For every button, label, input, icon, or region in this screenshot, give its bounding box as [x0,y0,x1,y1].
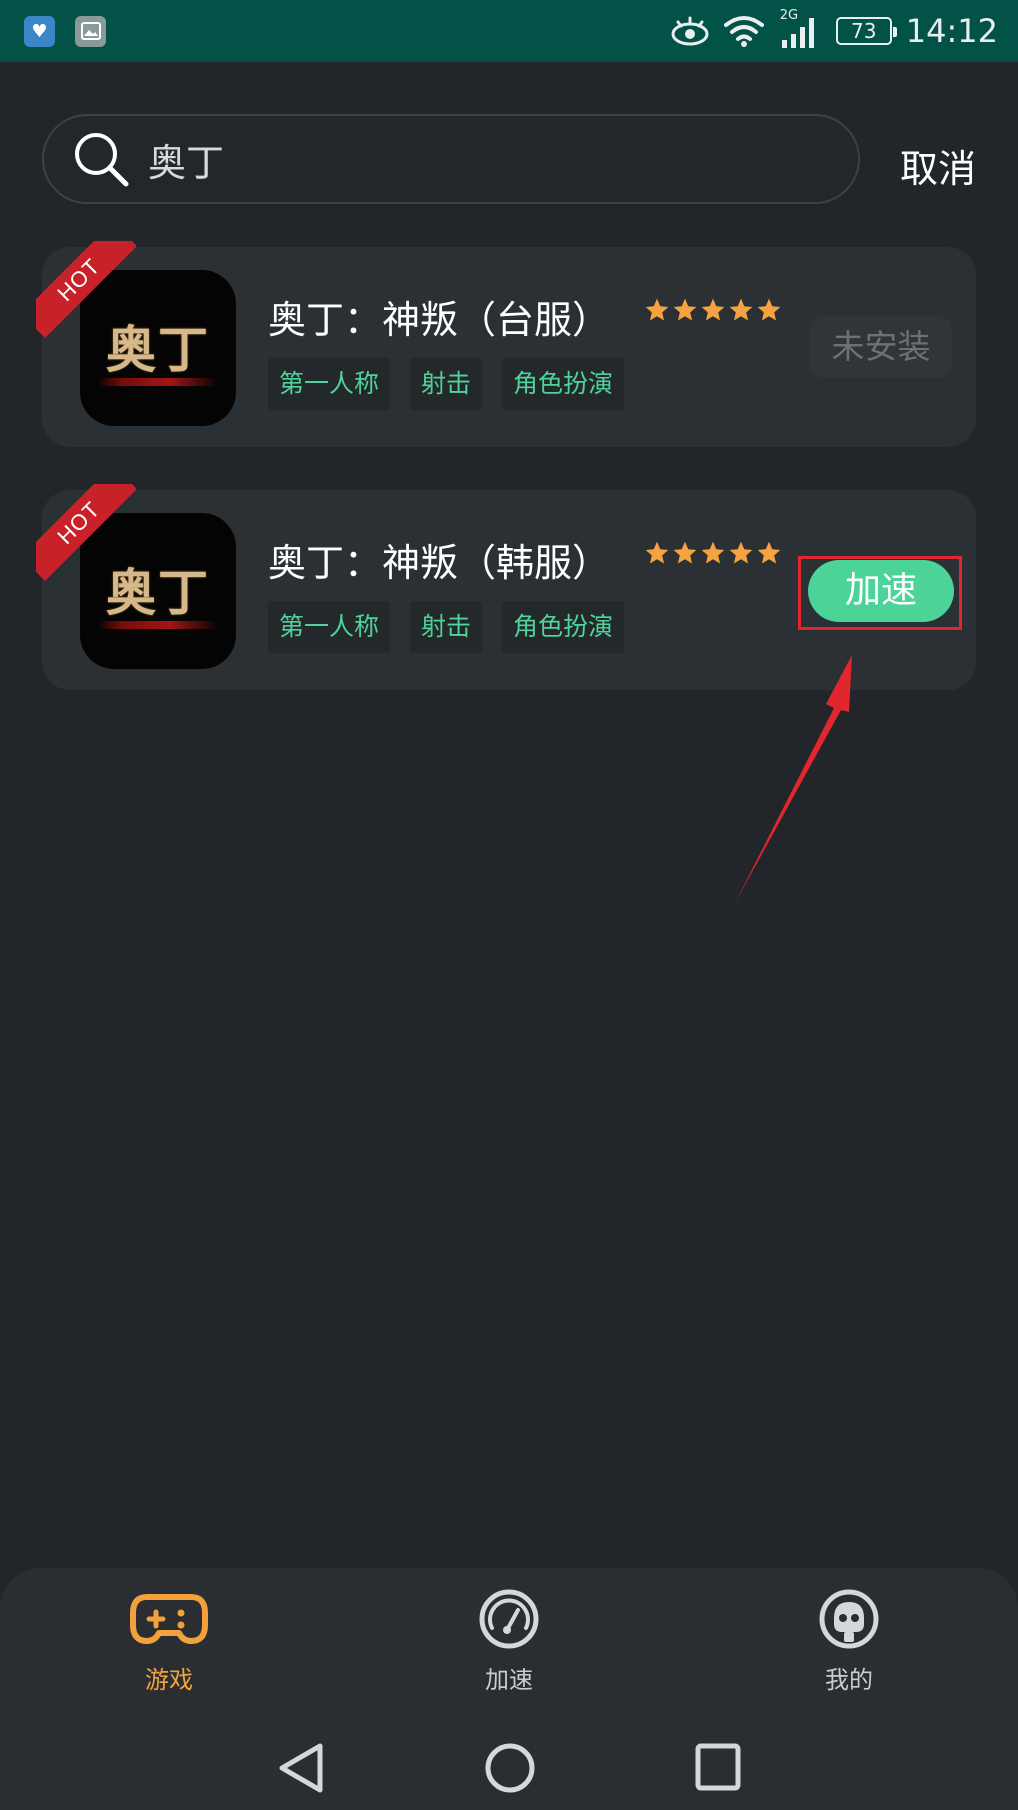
nav-item-accelerate[interactable]: 加速 [429,1588,589,1695]
nav-label-games: 游戏 [145,1666,193,1694]
search-icon [75,133,129,187]
game-card[interactable]: HOT 奥丁 奥丁：神叛（台服） 第一人称 射击 角色扮演 未安装 [36,241,976,447]
search-input[interactable] [148,137,748,181]
not-installed-button[interactable]: 未安装 [810,316,952,378]
genre-tags: 第一人称 射击 角色扮演 [268,601,625,653]
hot-badge: HOT [36,241,136,341]
profile-icon [819,1589,879,1649]
game-card[interactable]: HOT 奥丁 奥丁：神叛（韩服） 第一人称 射击 角色扮演 加速 [36,484,976,690]
back-triangle-icon [279,1743,323,1793]
game-title[interactable]: 奥丁：神叛（韩服） [268,532,610,587]
tag-shooter: 射击 [410,358,483,410]
star-icon [673,541,697,564]
health-app-icon: ♥ [24,15,55,47]
system-home-button[interactable] [484,1742,536,1798]
gallery-app-icon [75,15,106,47]
tag-first-person: 第一人称 [268,601,391,653]
nav-item-games[interactable]: 游戏 [89,1588,249,1695]
system-recent-apps-button[interactable] [694,1742,742,1796]
nav-item-mine[interactable]: 我的 [769,1588,929,1695]
cancel-button[interactable]: 取消 [900,138,976,193]
wifi-icon [723,16,764,47]
star-icon [701,541,725,564]
star-icon [645,298,669,321]
gamepad-icon [130,1594,208,1644]
star-icon [757,298,781,321]
genre-tags: 第一人称 射击 角色扮演 [268,358,625,410]
tag-rpg: 角色扮演 [502,601,625,653]
star-icon [701,298,725,321]
system-nav-bar [0,1728,1018,1810]
eye-comfort-icon [671,16,709,46]
notification-icons: ♥ [24,15,106,47]
star-icon [757,541,781,564]
clock: 14:12 [905,12,998,50]
star-icon [729,541,753,564]
system-status: 2G 73 14:12 [670,8,998,50]
battery-indicator: 73 [835,17,897,45]
speedometer-icon [479,1589,539,1649]
tag-first-person: 第一人称 [268,358,391,410]
rating-stars [644,540,782,566]
nav-label-accelerate: 加速 [485,1666,533,1694]
tag-shooter: 射击 [410,601,483,653]
hot-badge: HOT [36,484,136,584]
game-title[interactable]: 奥丁：神叛（台服） [268,289,610,344]
bottom-nav: 游戏 加速 我的 [0,1568,1018,1728]
cellular-signal-icon: 2G [778,8,822,50]
recent-apps-square-icon [695,1743,741,1791]
search-box[interactable] [42,114,860,204]
logo-brush-stroke [98,378,218,386]
star-icon [645,541,669,564]
star-icon [729,298,753,321]
nav-label-mine: 我的 [825,1666,873,1694]
accelerate-button[interactable]: 加速 [808,560,954,622]
system-back-button[interactable] [276,1742,326,1798]
logo-brush-stroke [98,621,218,629]
status-bar: ♥ 2G 73 14:12 [0,0,1018,62]
tag-rpg: 角色扮演 [502,358,625,410]
home-circle-icon [485,1743,535,1793]
star-icon [673,298,697,321]
rating-stars [644,297,782,323]
